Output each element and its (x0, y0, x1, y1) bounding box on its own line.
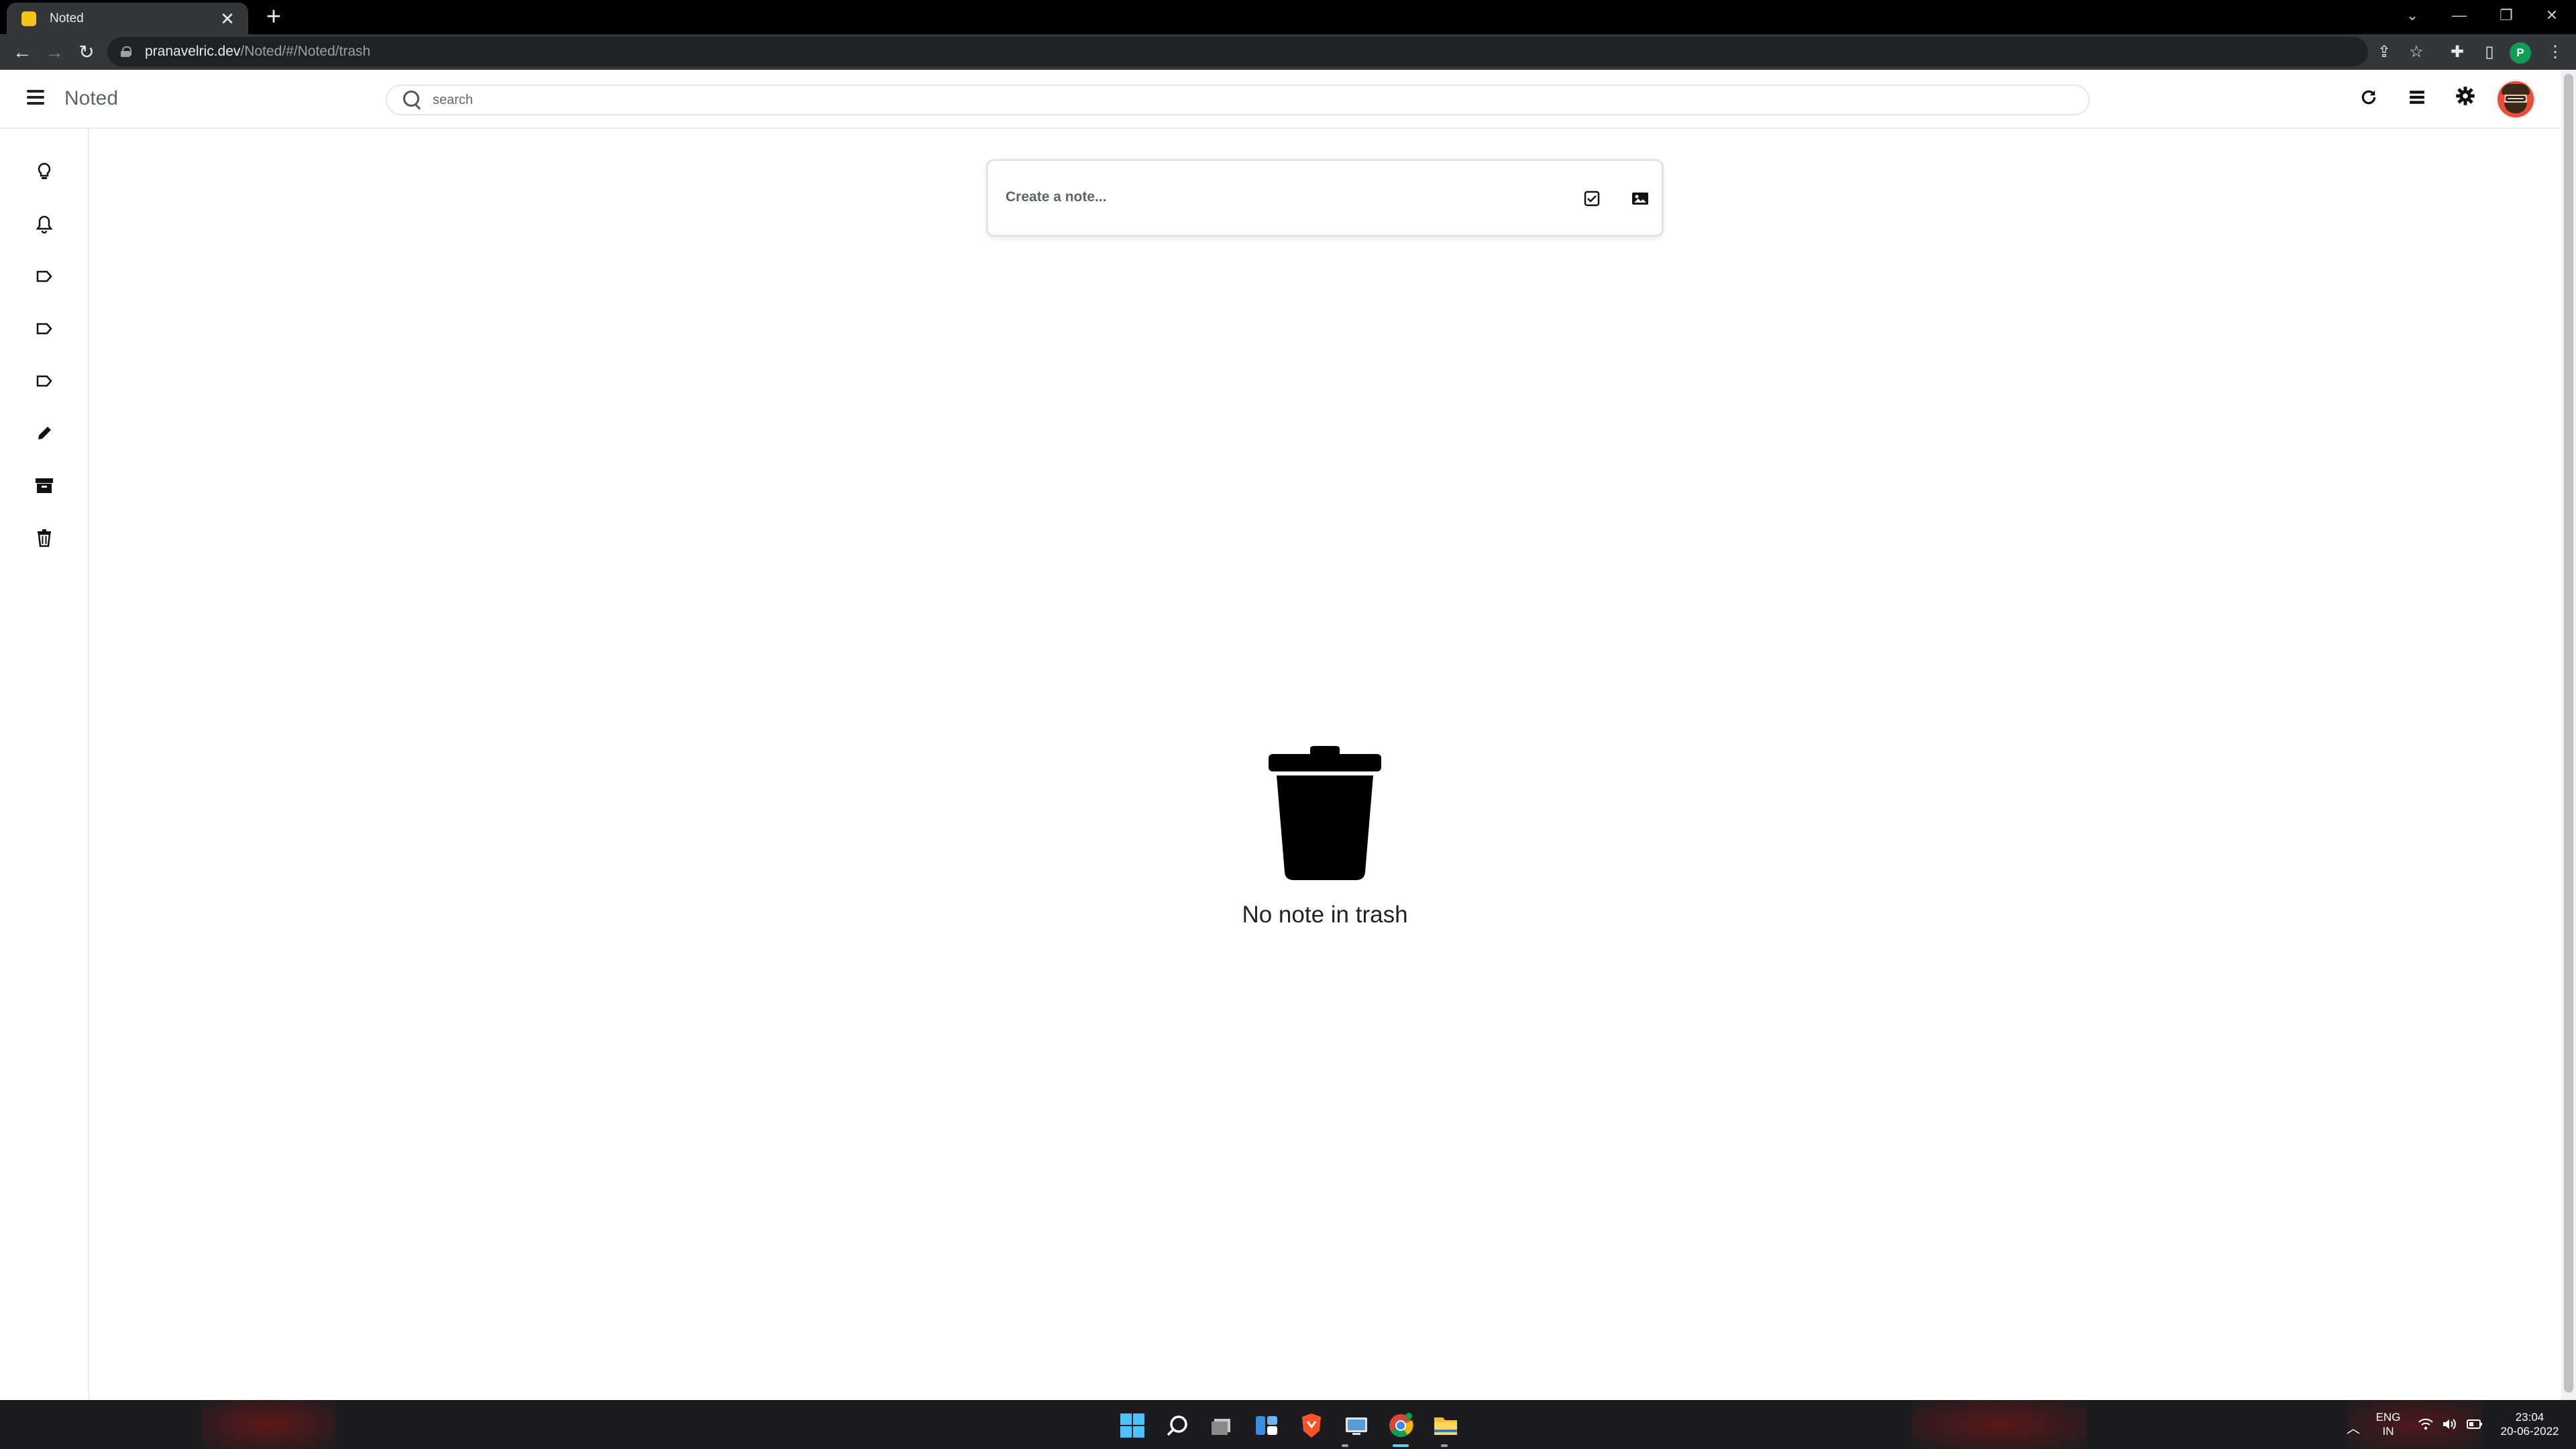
extensions-icon[interactable]: ✚ (2445, 40, 2470, 65)
trash-icon (38, 529, 51, 547)
archive-icon (36, 478, 53, 493)
task-view-icon[interactable] (1208, 1411, 1237, 1440)
pencil-icon (38, 427, 51, 439)
brave-browser-icon[interactable] (1297, 1411, 1326, 1440)
restore-icon[interactable]: ❐ (2484, 0, 2528, 31)
refresh-icon[interactable] (2355, 86, 2383, 114)
page-scrollbar[interactable] (2561, 70, 2576, 1400)
sidebar-item-archive[interactable] (28, 470, 60, 502)
reload-icon[interactable]: ↻ (74, 40, 99, 65)
browser-tab[interactable]: Noted ✕ (7, 3, 248, 34)
new-tab-button[interactable]: + (260, 4, 287, 31)
clock[interactable]: 23:04 20-06-2022 (2493, 1410, 2567, 1438)
sidebar-item-label-2[interactable] (28, 313, 60, 345)
taskbar-search-icon[interactable] (1163, 1411, 1192, 1440)
browser-toolbar: ← → ↻ pranavelric.dev /Noted/#/Noted/tra… (0, 34, 2576, 70)
new-image-note-button[interactable] (1628, 186, 1652, 211)
search-bar[interactable] (386, 85, 2090, 115)
widgets-icon[interactable] (1252, 1411, 1281, 1440)
bookmark-star-icon[interactable]: ☆ (2404, 40, 2429, 65)
sidebar-item-notes[interactable] (28, 156, 60, 188)
new-checklist-button[interactable] (1580, 186, 1604, 211)
bell-icon (36, 215, 53, 233)
image-icon (1632, 193, 1648, 205)
create-note-input[interactable]: Create a note... (1006, 189, 1107, 205)
lightbulb-icon (38, 162, 51, 179)
user-avatar[interactable] (2496, 79, 2536, 119)
language-code: ENG (2375, 1411, 2401, 1424)
volume-icon[interactable] (2442, 1417, 2458, 1435)
create-note-card[interactable]: Create a note... (986, 159, 1664, 237)
browser-profile-avatar[interactable]: P (2510, 42, 2531, 64)
browser-menu-icon[interactable]: ⋮ (2542, 40, 2568, 65)
start-windows-icon[interactable] (1118, 1411, 1147, 1440)
tab-search-icon[interactable]: ⌄ (2390, 0, 2434, 31)
search-input[interactable] (433, 92, 2043, 108)
screen: Noted ✕ + ⌄ — ❐ ✕ ← → ↻ pranavelric.dev … (0, 0, 2576, 1449)
label-icon (36, 375, 52, 387)
clock-time: 23:04 (2515, 1411, 2544, 1424)
label-icon (36, 323, 52, 335)
trash-icon (1269, 746, 1381, 880)
language-indicator[interactable]: ENG IN (2373, 1410, 2403, 1438)
file-explorer-icon[interactable] (1431, 1411, 1460, 1440)
tab-close-icon[interactable]: ✕ (216, 7, 239, 30)
sidebar-item-trash[interactable] (28, 522, 60, 554)
clock-date: 20-06-2022 (2500, 1425, 2559, 1438)
sidebar-item-reminders[interactable] (28, 208, 60, 240)
main-content: Create a note... No note in trash (91, 129, 2561, 1400)
tray-overflow-icon[interactable]: ︿ (2347, 1417, 2360, 1437)
app-header: Noted (0, 70, 2561, 129)
settings-gear-icon[interactable] (2451, 86, 2479, 114)
label-icon (36, 270, 52, 282)
empty-state-message: No note in trash (1242, 902, 1408, 928)
sidebar (0, 129, 89, 1400)
menu-icon[interactable] (27, 90, 44, 105)
region-code: IN (2382, 1425, 2394, 1438)
sidebar-item-label-3[interactable] (28, 365, 60, 397)
sidebar-item-edit-labels[interactable] (28, 417, 60, 449)
app-title: Noted (64, 87, 119, 109)
remote-desktop-icon[interactable] (1342, 1411, 1371, 1440)
share-icon[interactable]: ⇪ (2371, 40, 2397, 65)
scrollbar-thumb[interactable] (2564, 74, 2573, 1393)
minimize-icon[interactable]: — (2437, 0, 2481, 31)
search-icon (403, 91, 422, 109)
address-bar[interactable]: pranavelric.dev /Noted/#/Noted/trash (107, 37, 2368, 66)
url-host: pranavelric.dev (145, 44, 241, 59)
forward-icon[interactable]: → (42, 40, 67, 65)
lock-icon (121, 46, 131, 57)
favicon-icon (21, 11, 36, 26)
checkbox-icon (1584, 191, 1600, 207)
url-path: /Noted/#/Noted/trash (240, 44, 371, 59)
chrome-icon[interactable] (1386, 1411, 1415, 1440)
tab-title: Noted (50, 11, 84, 25)
empty-state: No note in trash (1144, 746, 1506, 928)
back-icon[interactable]: ← (9, 40, 35, 65)
wifi-icon[interactable] (2418, 1417, 2434, 1435)
side-panel-icon[interactable]: ▯ (2477, 40, 2502, 65)
sidebar-item-label-1[interactable] (28, 260, 60, 292)
browser-tabstrip: Noted ✕ + ⌄ — ❐ ✕ (0, 0, 2576, 34)
os-taskbar: ︿ ENG IN 23:04 20-06-2022 (0, 1400, 2576, 1449)
battery-icon[interactable] (2466, 1417, 2483, 1435)
list-view-icon[interactable] (2403, 86, 2431, 114)
close-window-icon[interactable]: ✕ (2530, 0, 2574, 31)
